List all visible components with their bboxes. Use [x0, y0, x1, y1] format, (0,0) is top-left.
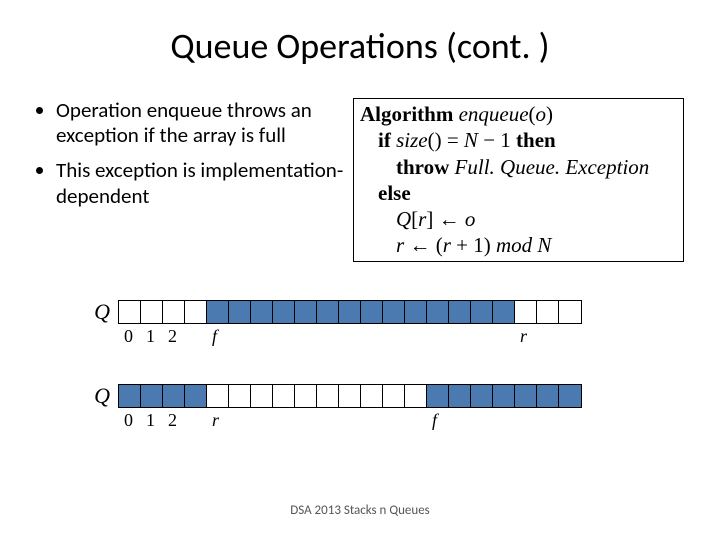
algo-N2: N — [532, 233, 551, 257]
array-cell — [449, 385, 471, 407]
array-cell — [405, 385, 427, 407]
array-cell — [493, 385, 515, 407]
cells — [118, 300, 582, 324]
array-cell — [229, 301, 251, 323]
array-cell — [361, 301, 383, 323]
algo-kw: Algorithm — [360, 102, 459, 126]
array-cell — [273, 385, 295, 407]
array-cell — [295, 385, 317, 407]
q-label: Q — [0, 384, 118, 408]
algo-fn: enqueue — [459, 102, 529, 126]
bullet-list: Operation enqueue throws an exception if… — [36, 98, 353, 262]
array-cell — [383, 385, 405, 407]
algo-if: if — [378, 128, 396, 152]
array-cell — [163, 385, 185, 407]
array-cell — [383, 301, 405, 323]
array-diagrams: Q 0 1 2 f r Q 0 1 2 r — [0, 300, 720, 440]
array-cell — [427, 385, 449, 407]
algo-arrow: ← — [439, 207, 465, 231]
array-cell — [427, 301, 449, 323]
array-cell — [361, 385, 383, 407]
array-cell — [119, 301, 141, 323]
array-cell — [119, 385, 141, 407]
array-cell — [185, 301, 207, 323]
algo-throw: throw — [396, 155, 455, 179]
array-cell — [515, 301, 537, 323]
algo-br-r: ] — [426, 207, 438, 231]
page-title: Queue Operations (cont. ) — [0, 0, 720, 68]
algo-then: then — [516, 128, 556, 152]
cells-wrap: 0 1 2 r f — [118, 384, 582, 408]
cells-wrap: 0 1 2 f r — [118, 300, 582, 324]
array-cell — [405, 301, 427, 323]
array-cell — [317, 301, 339, 323]
array-cell — [141, 301, 163, 323]
array-row-1: Q 0 1 2 f r — [0, 300, 720, 356]
algo-mod: mod — [496, 233, 532, 257]
algo-r3: r — [443, 233, 451, 257]
pointer-f: f — [212, 326, 217, 347]
array-cell — [537, 385, 559, 407]
algo-minus: − 1 — [478, 128, 516, 152]
array-cell — [295, 301, 317, 323]
slide: Queue Operations (cont. ) Operation enqu… — [0, 0, 720, 540]
algorithm-box: Algorithm enqueue(o) if size() = N − 1 t… — [353, 98, 684, 262]
array-row-2: Q 0 1 2 r f — [0, 384, 720, 440]
array-cell — [141, 385, 163, 407]
pointer-r: r — [212, 410, 219, 431]
idx-0: 0 — [124, 410, 133, 431]
algo-arg: o — [536, 102, 547, 126]
array-cell — [185, 385, 207, 407]
algo-N: N — [464, 128, 478, 152]
array-cell — [471, 301, 493, 323]
algo-arrow2: ← ( — [404, 233, 443, 257]
array-cell — [207, 301, 229, 323]
array-cell — [537, 301, 559, 323]
array-cell — [339, 301, 361, 323]
array-cell — [163, 301, 185, 323]
algo-o: o — [465, 207, 476, 231]
array-cell — [317, 385, 339, 407]
array-cell — [471, 385, 493, 407]
pointer-f: f — [432, 410, 437, 431]
cells — [118, 384, 582, 408]
array-cell — [273, 301, 295, 323]
array-cell — [493, 301, 515, 323]
array-cell — [207, 385, 229, 407]
array-cell — [251, 301, 273, 323]
array-cell — [449, 301, 471, 323]
idx-2: 2 — [168, 326, 177, 347]
pointer-r: r — [520, 326, 527, 347]
idx-1: 1 — [146, 410, 155, 431]
array-cell — [339, 385, 361, 407]
footer-text: DSA 2013 Stacks n Queues — [0, 503, 720, 518]
idx-0: 0 — [124, 326, 133, 347]
array-cell — [559, 385, 581, 407]
algo-size: size — [396, 128, 428, 152]
algo-Q: Q — [396, 207, 411, 231]
body: Operation enqueue throws an exception if… — [0, 98, 720, 262]
array-cell — [251, 385, 273, 407]
q-label: Q — [0, 300, 118, 324]
array-cell — [559, 301, 581, 323]
array-cell — [229, 385, 251, 407]
idx-1: 1 — [146, 326, 155, 347]
array-cell — [515, 385, 537, 407]
algo-plus: + 1) — [451, 233, 496, 257]
bullet-item: This exception is implementation-depende… — [56, 158, 353, 208]
algo-eq: () = — [428, 128, 464, 152]
algo-r2: r — [396, 233, 404, 257]
bullet-item: Operation enqueue throws an exception if… — [56, 98, 353, 148]
algo-exc: Full. Queue. Exception — [455, 155, 650, 179]
idx-2: 2 — [168, 410, 177, 431]
algo-else: else — [378, 181, 411, 205]
